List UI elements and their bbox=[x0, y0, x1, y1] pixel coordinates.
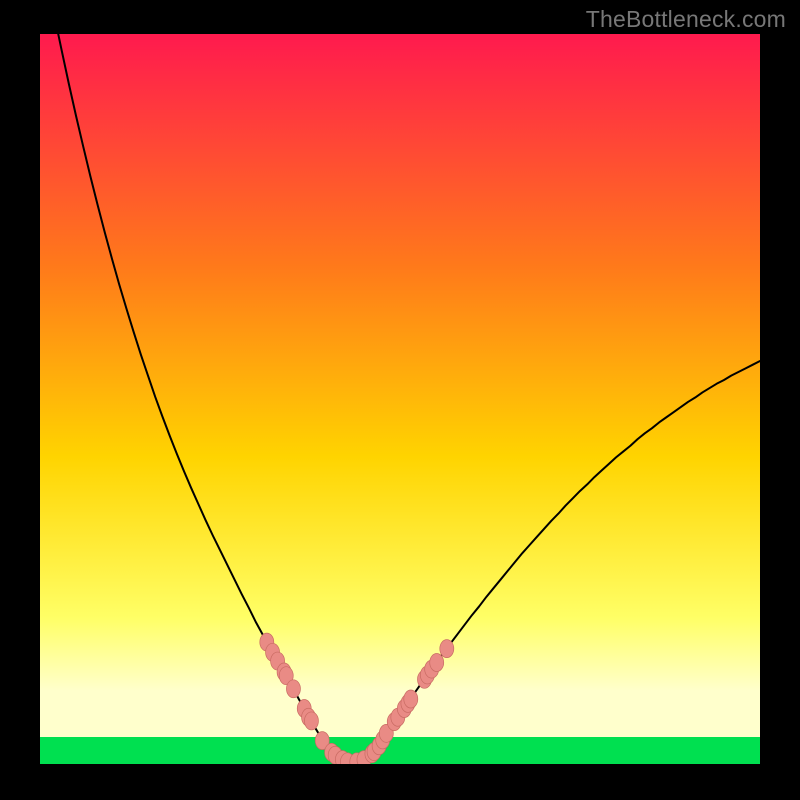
plot-area bbox=[40, 34, 760, 764]
chart-svg bbox=[40, 34, 760, 764]
gradient-background bbox=[40, 34, 760, 764]
data-marker bbox=[404, 690, 418, 708]
chart-container: TheBottleneck.com bbox=[0, 0, 800, 800]
watermark-text: TheBottleneck.com bbox=[586, 6, 786, 33]
data-marker bbox=[304, 712, 318, 730]
data-marker bbox=[286, 680, 300, 698]
data-marker bbox=[430, 654, 444, 672]
data-marker bbox=[440, 640, 454, 658]
